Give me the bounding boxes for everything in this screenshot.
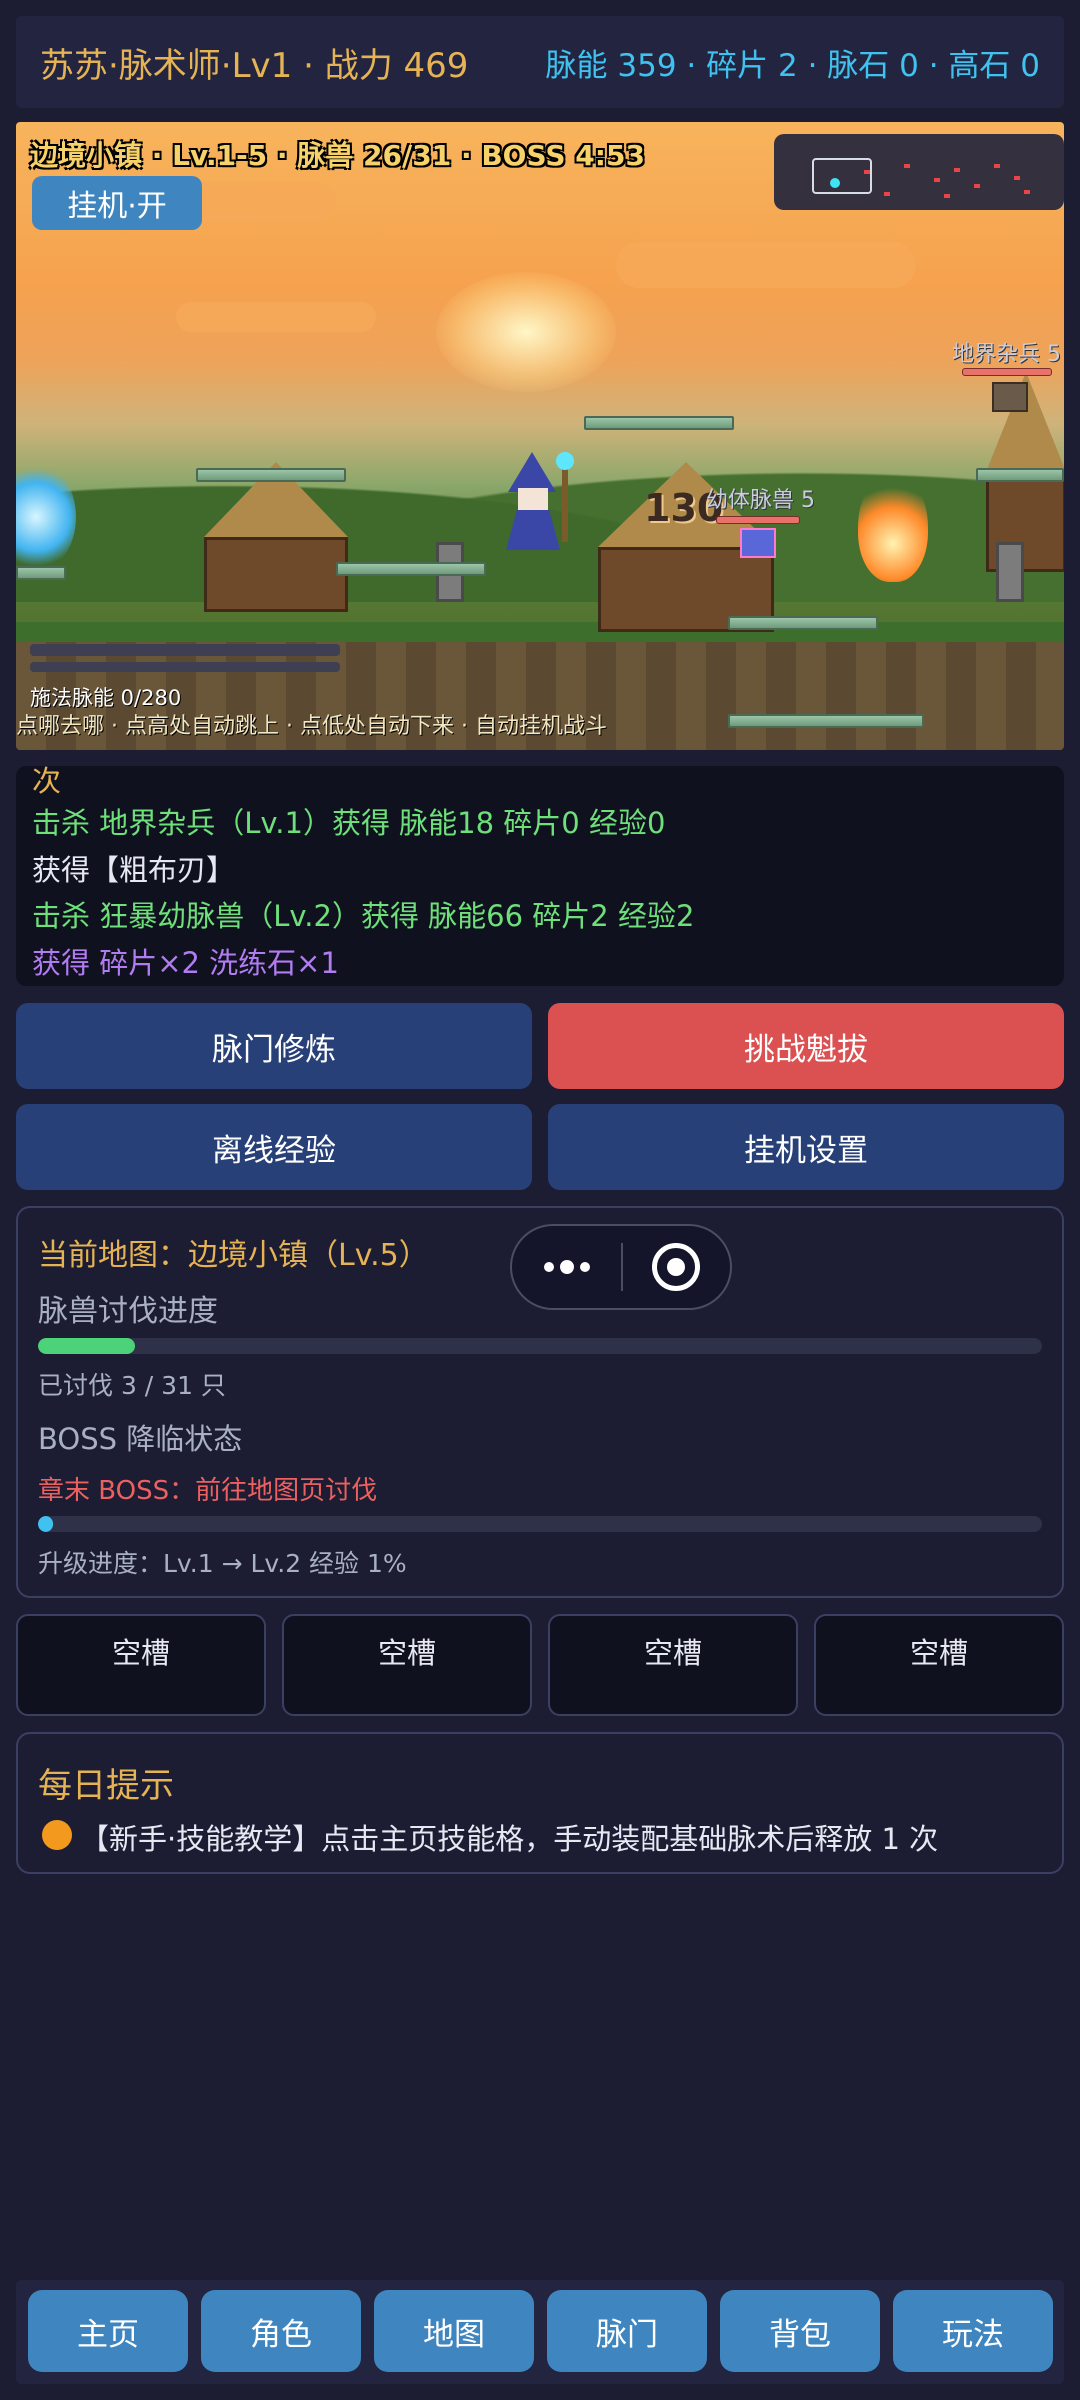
enemy-hp-bar bbox=[716, 516, 800, 524]
tip-bullet-icon bbox=[42, 1820, 72, 1850]
enemy-name: 幼体脉兽 5 bbox=[706, 488, 815, 513]
status-header: 苏苏·脉术师·Lv1 · 战力 469 脉能 359 · 碎片 2 · 脉石 0… bbox=[16, 16, 1064, 108]
daily-tip-text[interactable]: 【新手·技能教学】点击主页技能格，手动装配基础脉术后释放 1 次 bbox=[80, 1816, 938, 1858]
skill-slot[interactable]: 空槽 bbox=[548, 1614, 798, 1716]
log-line: 获得【粗布刃】 bbox=[32, 852, 236, 887]
enemy-sprite[interactable] bbox=[740, 528, 776, 558]
hunt-progress-bar bbox=[38, 1338, 1042, 1354]
daily-tip-title: 每日提示 bbox=[38, 1766, 174, 1806]
exp-progress-bar bbox=[38, 1516, 1042, 1532]
cast-mana-bar-secondary bbox=[30, 662, 340, 672]
sun-glow bbox=[436, 272, 616, 392]
platform[interactable] bbox=[196, 468, 346, 482]
enemy-name: 地界杂兵 5 bbox=[952, 342, 1061, 367]
offline-exp-button[interactable]: 离线经验 bbox=[16, 1104, 532, 1190]
log-line: 次 bbox=[32, 766, 62, 798]
nav-home[interactable]: 主页 bbox=[28, 2290, 188, 2372]
stone-lantern bbox=[996, 542, 1024, 602]
minimap[interactable] bbox=[774, 134, 1064, 210]
skill-slot[interactable]: 空槽 bbox=[814, 1614, 1064, 1716]
nav-backpack[interactable]: 背包 bbox=[720, 2290, 880, 2372]
boss-hint[interactable]: 章末 BOSS：前往地图页讨伐 bbox=[38, 1470, 377, 1507]
platform[interactable] bbox=[728, 714, 924, 728]
boss-status-title: BOSS 降临状态 bbox=[38, 1422, 243, 1456]
player-summary: 苏苏·脉术师·Lv1 · 战力 469 bbox=[40, 45, 469, 86]
hunt-count: 已讨伐 3 / 31 只 bbox=[38, 1371, 226, 1400]
player-mage bbox=[492, 452, 574, 552]
hut bbox=[186, 462, 366, 612]
nav-character[interactable]: 角色 bbox=[201, 2290, 361, 2372]
bottom-nav: 主页 角色 地图 脉门 背包 玩法 bbox=[16, 2280, 1064, 2384]
hunt-progress-title: 脉兽讨伐进度 bbox=[38, 1294, 218, 1329]
auto-battle-toggle[interactable]: 挂机·开 bbox=[32, 176, 202, 230]
game-viewport[interactable]: 130 幼体脉兽 5 地界杂兵 5 边境小镇 · Lv.1-5 · 脉兽 26/… bbox=[16, 122, 1064, 750]
hunt-progress-fill bbox=[38, 1338, 136, 1354]
exp-progress-fill bbox=[38, 1516, 54, 1532]
close-miniprogram-icon[interactable] bbox=[623, 1243, 730, 1291]
log-line: 击杀 地界杂兵（Lv.1）获得 脉能18 碎片0 经验0 bbox=[32, 806, 666, 840]
control-hint: 点哪去哪 · 点高处自动跳上 · 点低处自动下来 · 自动挂机战斗 bbox=[16, 714, 607, 739]
cast-mana-bar bbox=[30, 644, 340, 656]
level-progress-label: 升级进度：Lv.1 → Lv.2 经验 1% bbox=[38, 1549, 407, 1578]
nav-gameplay[interactable]: 玩法 bbox=[893, 2290, 1053, 2372]
fire-flame bbox=[858, 472, 928, 582]
skill-slot[interactable]: 空槽 bbox=[16, 1614, 266, 1716]
platform[interactable] bbox=[728, 616, 878, 630]
cloud bbox=[176, 302, 376, 332]
resource-summary: 脉能 359 · 碎片 2 · 脉石 0 · 高石 0 bbox=[545, 47, 1040, 84]
map-hud: 边境小镇 · Lv.1-5 · 脉兽 26/31 · BOSS 4:53 bbox=[30, 139, 645, 172]
current-map-label: 当前地图：边境小镇（Lv.5） bbox=[38, 1238, 429, 1273]
challenge-button[interactable]: 挑战魁拔 bbox=[548, 1003, 1064, 1089]
nav-meridian-gate[interactable]: 脉门 bbox=[547, 2290, 707, 2372]
cloud bbox=[616, 242, 916, 288]
minimap-viewport bbox=[812, 158, 872, 194]
enemy-sprite[interactable] bbox=[992, 382, 1028, 412]
battle-log: 次 击杀 地界杂兵（Lv.1）获得 脉能18 碎片0 经验0 获得【粗布刃】 击… bbox=[16, 766, 1064, 986]
auto-settings-button[interactable]: 挂机设置 bbox=[548, 1104, 1064, 1190]
enemy-hp-bar bbox=[962, 368, 1052, 376]
miniprogram-capsule bbox=[510, 1224, 732, 1310]
platform[interactable] bbox=[976, 468, 1064, 482]
platform[interactable] bbox=[336, 562, 486, 576]
cultivate-button[interactable]: 脉门修炼 bbox=[16, 1003, 532, 1089]
daily-tip-panel: 每日提示 【新手·技能教学】点击主页技能格，手动装配基础脉术后释放 1 次 bbox=[16, 1732, 1064, 1874]
skill-slot[interactable]: 空槽 bbox=[282, 1614, 532, 1716]
platform[interactable] bbox=[584, 416, 734, 430]
more-icon[interactable] bbox=[512, 1260, 621, 1274]
log-line: 获得 碎片×2 洗练石×1 bbox=[32, 945, 339, 980]
minimap-player-dot bbox=[830, 178, 840, 188]
log-line: 击杀 狂暴幼脉兽（Lv.2）获得 脉能66 碎片2 经验2 bbox=[32, 899, 695, 933]
nav-map[interactable]: 地图 bbox=[374, 2290, 534, 2372]
